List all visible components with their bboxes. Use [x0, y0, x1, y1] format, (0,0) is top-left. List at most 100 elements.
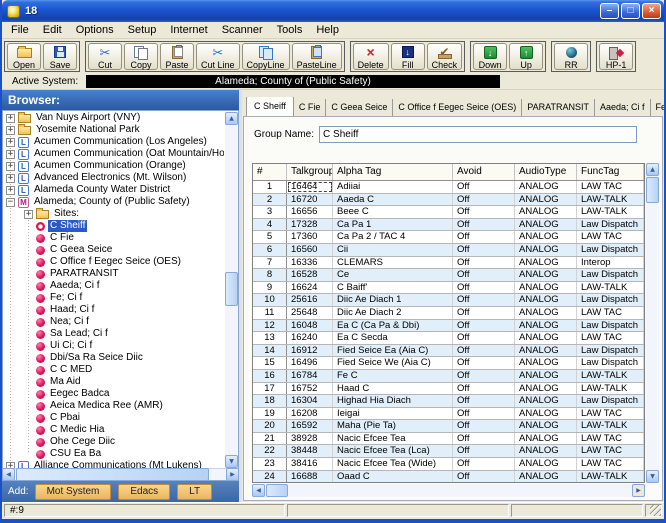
- table-cell[interactable]: Law Dispatch: [577, 219, 644, 231]
- table-cell[interactable]: 11: [253, 307, 287, 319]
- menu-internet[interactable]: Internet: [163, 23, 214, 37]
- scroll-thumb[interactable]: [16, 468, 209, 481]
- menu-options[interactable]: Options: [69, 23, 121, 37]
- tree-item-c-office-f-eegec-seice-oes[interactable]: C Office f Eegec Seice (OES): [3, 256, 224, 268]
- table-cell[interactable]: LAW-TALK: [577, 282, 644, 294]
- table-cell[interactable]: CLEMARS: [333, 257, 453, 269]
- tree-item-paratransit[interactable]: PARATRANSIT: [3, 268, 224, 280]
- tree-item-alliance-communications-mt-lukens[interactable]: +LAlliance Communications (Mt Lukens): [3, 460, 224, 468]
- table-cell[interactable]: Beee C: [333, 206, 453, 218]
- table-cell[interactable]: Ca Pa 2 / TAC 4: [333, 231, 453, 243]
- table-cell[interactable]: Adiiai: [333, 181, 453, 193]
- toolbar-cut-line-button[interactable]: ✂Cut Line: [196, 43, 240, 70]
- tree-item-ohe-cege-diic[interactable]: Ohe Cege Diic: [3, 436, 224, 448]
- table-cell[interactable]: Maha (Pie Ta): [333, 420, 453, 432]
- table-cell[interactable]: ANALOG: [515, 357, 577, 369]
- table-cell[interactable]: ANALOG: [515, 307, 577, 319]
- table-cell[interactable]: Off: [453, 420, 515, 432]
- table-cell[interactable]: Off: [453, 294, 515, 306]
- tree-item-sites[interactable]: +Sites:: [3, 208, 224, 220]
- group-name-input[interactable]: [319, 126, 637, 143]
- table-cell[interactable]: Ca Pa 1: [333, 219, 453, 231]
- table-cell[interactable]: 16592: [287, 420, 333, 432]
- scroll-thumb[interactable]: [225, 272, 238, 306]
- menu-scanner[interactable]: Scanner: [215, 23, 270, 37]
- table-cell[interactable]: Fe C: [333, 370, 453, 382]
- table-cell[interactable]: Diic Ae Diach 2: [333, 307, 453, 319]
- table-cell[interactable]: Off: [453, 181, 515, 193]
- table-cell[interactable]: Law Dispatch: [577, 244, 644, 256]
- table-cell[interactable]: ANALOG: [515, 458, 577, 470]
- toolbar-cut-button[interactable]: ✂Cut: [88, 43, 122, 70]
- tab-paratransit[interactable]: PARATRANSIT: [522, 99, 595, 116]
- menu-file[interactable]: File: [4, 23, 36, 37]
- table-cell[interactable]: 19: [253, 408, 287, 420]
- toolbar-check-button[interactable]: ✔Check: [427, 43, 463, 70]
- table-cell[interactable]: Off: [453, 307, 515, 319]
- table-cell[interactable]: Ce: [333, 269, 453, 281]
- toolbar-paste-button[interactable]: Paste: [160, 43, 194, 70]
- resize-grip[interactable]: [650, 505, 661, 516]
- toolbar-delete-button[interactable]: ×Delete: [353, 43, 389, 70]
- expand-toggle-icon[interactable]: +: [6, 114, 15, 123]
- table-cell[interactable]: Off: [453, 332, 515, 344]
- expand-toggle-icon[interactable]: +: [6, 138, 15, 147]
- table-cell[interactable]: 25648: [287, 307, 333, 319]
- table-cell[interactable]: 17360: [287, 231, 333, 243]
- table-cell[interactable]: ANALOG: [515, 219, 577, 231]
- expand-toggle-icon[interactable]: +: [6, 162, 15, 171]
- table-cell[interactable]: 1: [253, 181, 287, 193]
- table-cell[interactable]: ANALOG: [515, 383, 577, 395]
- toolbar-pasteline-button[interactable]: PasteLine: [292, 43, 342, 70]
- table-cell[interactable]: Ea C (Ca Pa & Dbi): [333, 320, 453, 332]
- table-cell[interactable]: LAW-TALK: [577, 206, 644, 218]
- table-cell[interactable]: 16304: [287, 395, 333, 407]
- tree-item-c-c-med[interactable]: C C MED: [3, 364, 224, 376]
- table-cell[interactable]: ANALOG: [515, 395, 577, 407]
- table-cell[interactable]: Off: [453, 219, 515, 231]
- table-cell[interactable]: 16656: [287, 206, 333, 218]
- table-cell[interactable]: C Baiff': [333, 282, 453, 294]
- tree-item-c-pbai[interactable]: C Pbai: [3, 412, 224, 424]
- table-cell[interactable]: 5: [253, 231, 287, 243]
- tree-item-yosemite-national-park[interactable]: +Yosemite National Park: [3, 124, 224, 136]
- table-cell[interactable]: Off: [453, 395, 515, 407]
- expand-toggle-icon[interactable]: −: [6, 198, 15, 207]
- table-cell[interactable]: Haad C: [333, 383, 453, 395]
- scroll-down-icon[interactable]: ▼: [646, 470, 659, 483]
- tab-c-office-f-eegec-seice-oes[interactable]: C Office f Eegec Seice (OES): [393, 99, 522, 116]
- table-cell[interactable]: 10: [253, 294, 287, 306]
- table-cell[interactable]: Law Dispatch: [577, 357, 644, 369]
- toolbar-down-button[interactable]: ↓Down: [473, 43, 507, 70]
- table-cell[interactable]: Aaeda C: [333, 194, 453, 206]
- table-cell[interactable]: 7: [253, 257, 287, 269]
- expand-toggle-icon[interactable]: +: [6, 462, 15, 469]
- table-cell[interactable]: Nacic Efcee Tea: [333, 433, 453, 445]
- table-cell[interactable]: Oaad C: [333, 471, 453, 482]
- toolbar-copy-button[interactable]: Copy: [124, 43, 158, 70]
- toolbar-fill-button[interactable]: ↓Fill: [391, 43, 425, 70]
- table-cell[interactable]: ANALOG: [515, 206, 577, 218]
- table-cell[interactable]: Diic Ae Diach 1: [333, 294, 453, 306]
- tree-item-nea-ci-f[interactable]: Nea; Ci f: [3, 316, 224, 328]
- table-cell[interactable]: 9: [253, 282, 287, 294]
- scroll-right-icon[interactable]: ▶: [226, 468, 239, 481]
- tree-horizontal-scrollbar[interactable]: ◀ ▶: [2, 468, 239, 481]
- toolbar-rr-button[interactable]: RR: [554, 43, 588, 70]
- table-cell[interactable]: 16496: [287, 357, 333, 369]
- table-cell[interactable]: LAW TAC: [577, 445, 644, 457]
- tree-item-alameda-county-of-public-safety[interactable]: −MAlameda; County of (Public Safety): [3, 196, 224, 208]
- tab-fe-ci-f[interactable]: Fe; Ci f: [651, 99, 664, 116]
- table-cell[interactable]: Interop: [577, 257, 644, 269]
- table-cell[interactable]: Off: [453, 257, 515, 269]
- table-cell[interactable]: 16240: [287, 332, 333, 344]
- tree-item-advanced-electronics-mt-wilson[interactable]: +LAdvanced Electronics (Mt. Wilson): [3, 172, 224, 184]
- table-cell[interactable]: Ea C Secda: [333, 332, 453, 344]
- table-cell[interactable]: Off: [453, 231, 515, 243]
- table-cell[interactable]: Off: [453, 408, 515, 420]
- table-cell[interactable]: Off: [453, 370, 515, 382]
- tree-item-aaeda-ci-f[interactable]: Aaeda; Ci f: [3, 280, 224, 292]
- table-cell[interactable]: Nacic Efcee Tea (Lca): [333, 445, 453, 457]
- tree-item-acumen-communication-los-angeles[interactable]: +LAcumen Communication (Los Angeles): [3, 136, 224, 148]
- scroll-up-icon[interactable]: ▲: [646, 163, 659, 176]
